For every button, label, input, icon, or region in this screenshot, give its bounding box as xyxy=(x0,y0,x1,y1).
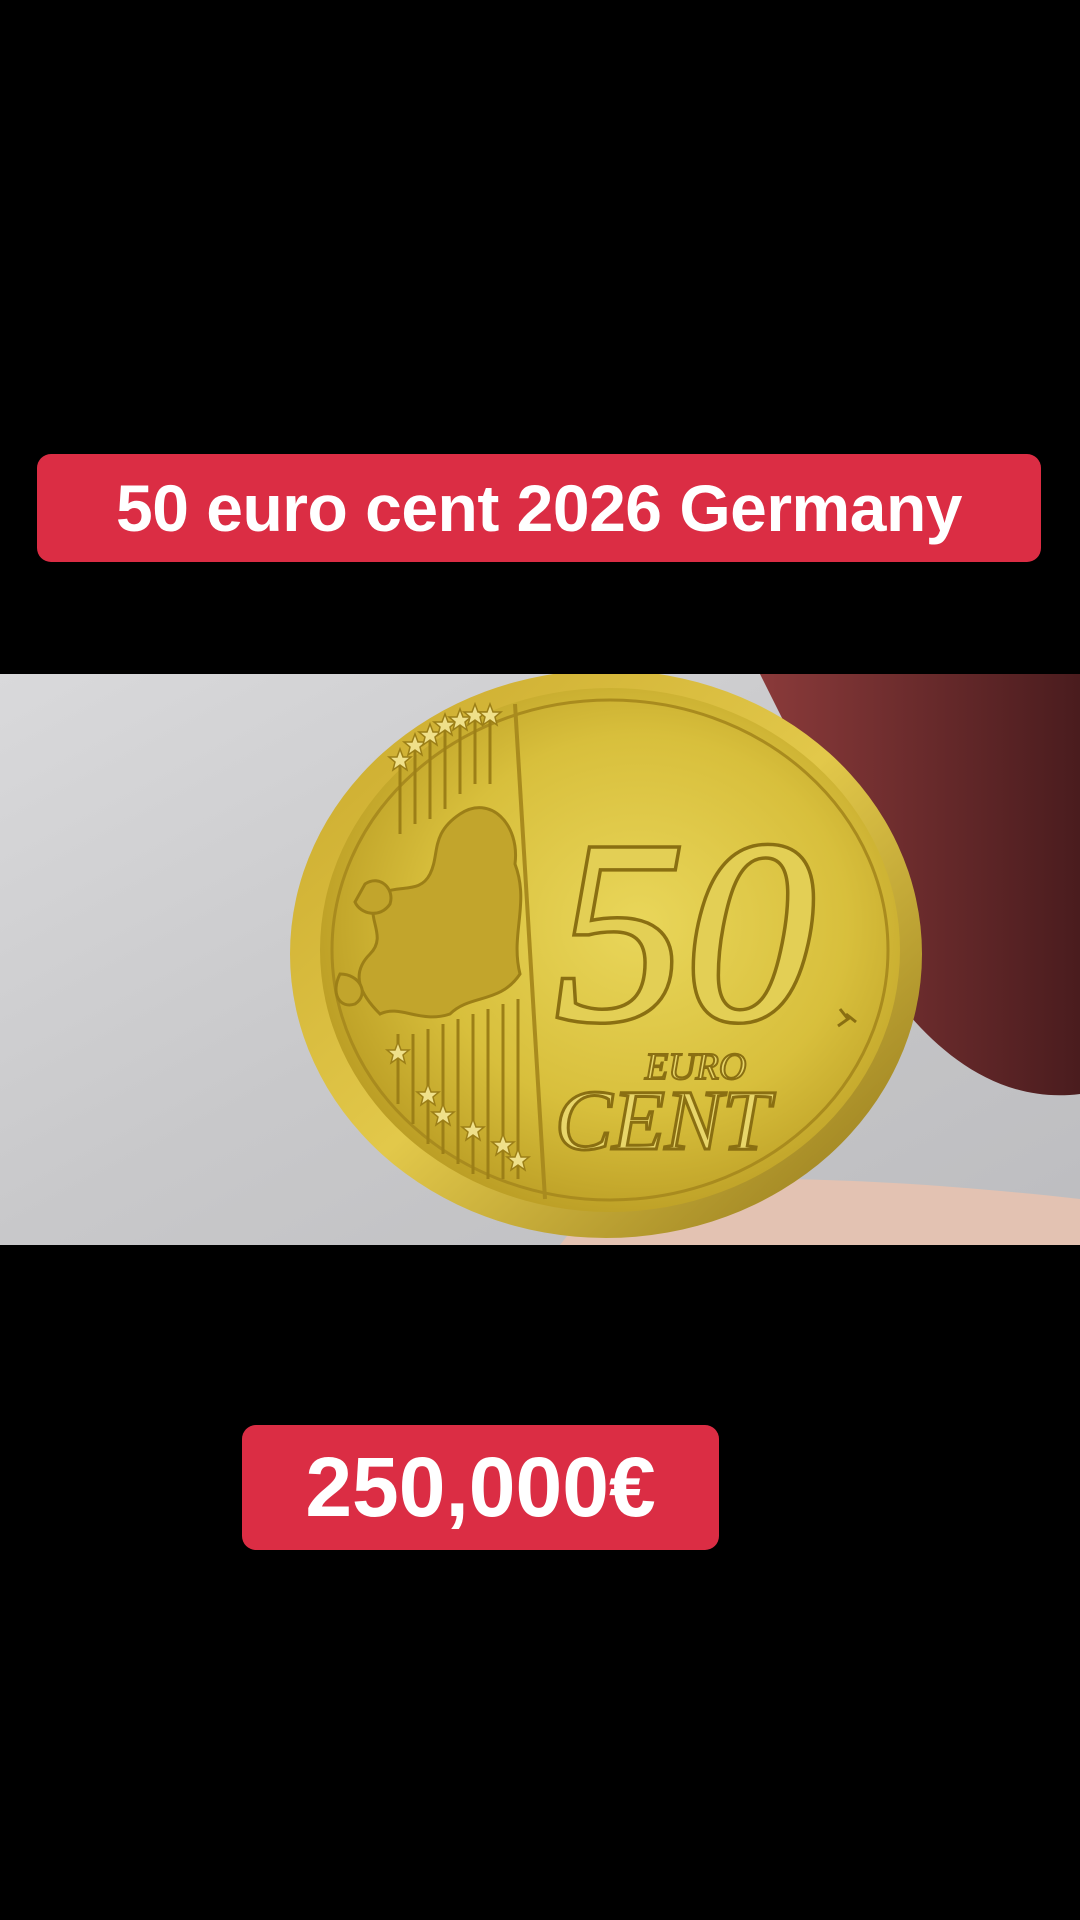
coin-denomination-fill: 50 xyxy=(555,788,815,1076)
coin-word-cent: CENT xyxy=(555,1072,775,1168)
price-caption-text: 250,000€ xyxy=(305,1440,656,1534)
video-frame: 50 euro cent 2026 Germany 50 50 EURO CEN… xyxy=(0,0,1080,1920)
price-caption: 250,000€ xyxy=(242,1425,719,1550)
coin-photo: 50 50 EURO CENT xyxy=(0,674,1080,1245)
title-caption: 50 euro cent 2026 Germany xyxy=(37,454,1041,562)
title-caption-text: 50 euro cent 2026 Germany xyxy=(116,471,962,545)
